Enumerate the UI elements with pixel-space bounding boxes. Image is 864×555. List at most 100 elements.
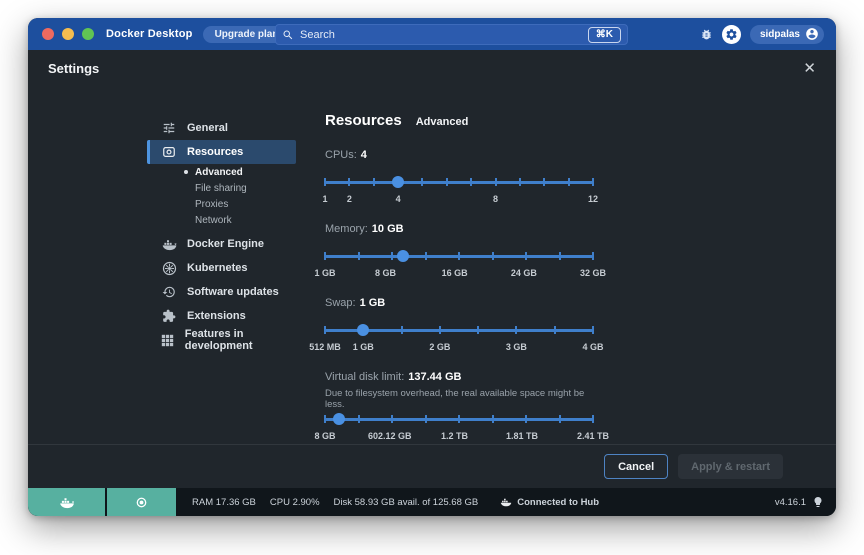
slider-tick-labels: 124812 bbox=[325, 194, 593, 206]
slider-tick-labels: 512 MB1 GB2 GB3 GB4 GB bbox=[325, 342, 593, 354]
sidebar-item-extensions[interactable]: Extensions bbox=[147, 304, 296, 328]
sidebar-item-docker-engine[interactable]: Docker Engine bbox=[147, 232, 296, 256]
slider-tick bbox=[559, 415, 561, 423]
slider-tick bbox=[446, 178, 448, 186]
slider-tick bbox=[543, 178, 545, 186]
slider-tick bbox=[373, 178, 375, 186]
slider-tick bbox=[559, 252, 561, 260]
slider-tick bbox=[495, 178, 497, 186]
apply-restart-button[interactable]: Apply & restart bbox=[678, 454, 783, 479]
tick-label: 2.41 TB bbox=[577, 431, 609, 441]
minimize-window-button[interactable] bbox=[62, 28, 74, 40]
slider-track-memory[interactable] bbox=[325, 248, 593, 264]
tick-label: 4 GB bbox=[582, 342, 603, 352]
username-label: sidpalas bbox=[760, 29, 800, 40]
zoom-window-button[interactable] bbox=[82, 28, 94, 40]
hub-connection-status[interactable]: Connected to Hub bbox=[500, 497, 599, 508]
sidebar-item-software-updates[interactable]: Software updates bbox=[147, 280, 296, 304]
slider-tick bbox=[324, 252, 326, 260]
sidebar-item-resources[interactable]: Resources bbox=[147, 140, 296, 164]
sidebar-item-general[interactable]: General bbox=[147, 116, 296, 140]
search-placeholder: Search bbox=[300, 29, 588, 41]
tick-label: 2 GB bbox=[429, 342, 450, 352]
slider-tick-labels: 1 GB8 GB16 GB24 GB32 GB bbox=[325, 268, 593, 280]
user-account-button[interactable]: sidpalas bbox=[750, 25, 824, 44]
slider-tick bbox=[458, 252, 460, 260]
sidebar-item-kubernetes[interactable]: Kubernetes bbox=[147, 256, 296, 280]
slider-tick bbox=[324, 326, 326, 334]
slider-tick bbox=[348, 178, 350, 186]
bug-report-icon[interactable] bbox=[700, 28, 713, 41]
tick-label: 16 GB bbox=[442, 268, 468, 278]
tick-label: 8 GB bbox=[314, 431, 335, 441]
cancel-button[interactable]: Cancel bbox=[604, 454, 668, 479]
sidebar-item-features-in-development[interactable]: Features in development bbox=[147, 328, 296, 352]
slider-value-cpus: 4 bbox=[361, 149, 367, 161]
slider-label-swap: Swap:1 GB bbox=[325, 297, 593, 311]
slider-handle-disk[interactable] bbox=[333, 413, 345, 425]
engine-running-segment[interactable] bbox=[28, 488, 107, 516]
slider-disk: Virtual disk limit:137.44 GBDue to files… bbox=[325, 371, 593, 443]
slider-track-cpus[interactable] bbox=[325, 174, 593, 190]
slider-tick bbox=[554, 326, 556, 334]
sidebar-subitem-network[interactable]: Network bbox=[147, 212, 296, 228]
tick-label: 1 GB bbox=[353, 342, 374, 352]
docker-desktop-window: Docker Desktop Upgrade plan Search ⌘K si… bbox=[28, 18, 836, 516]
slider-tick-labels: 8 GB602.12 GB1.2 TB1.81 TB2.41 TB bbox=[325, 431, 593, 443]
slider-line bbox=[325, 181, 593, 184]
close-window-button[interactable] bbox=[42, 28, 54, 40]
tick-label: 12 bbox=[588, 194, 598, 204]
slider-handle-cpus[interactable] bbox=[392, 176, 404, 188]
slider-tick bbox=[519, 178, 521, 186]
tick-label: 1 GB bbox=[314, 268, 335, 278]
slider-label-memory: Memory:10 GB bbox=[325, 223, 593, 237]
slider-tick bbox=[358, 415, 360, 423]
sidebar-item-label: Software updates bbox=[187, 286, 279, 298]
close-settings-icon[interactable]: ✕ bbox=[803, 59, 816, 77]
slider-swap: Swap:1 GB512 MB1 GB2 GB3 GB4 GB bbox=[325, 297, 593, 354]
sliders-container: CPUs:4 124812 Memory:10 GB 1 GB 8 GB 16 GB 24 … bbox=[325, 149, 593, 443]
tick-label: 3 GB bbox=[506, 342, 527, 352]
slider-handle-swap[interactable] bbox=[357, 324, 369, 336]
slider-track-swap[interactable] bbox=[325, 322, 593, 338]
status-dot-icon bbox=[136, 497, 147, 508]
active-bullet-icon bbox=[184, 170, 188, 174]
tick-label: 8 GB bbox=[375, 268, 396, 278]
titlebar: Docker Desktop Upgrade plan Search ⌘K si… bbox=[28, 18, 836, 50]
sidebar-subitem-proxies[interactable]: Proxies bbox=[147, 196, 296, 212]
slider-tick bbox=[391, 252, 393, 260]
sidebar-subitem-advanced[interactable]: Advanced bbox=[147, 164, 296, 180]
slider-track-disk[interactable] bbox=[325, 411, 593, 427]
sidebar-item-label: Extensions bbox=[187, 310, 246, 322]
app-title: Docker Desktop bbox=[106, 28, 193, 40]
lightbulb-icon[interactable] bbox=[812, 496, 824, 508]
slider-tick bbox=[425, 415, 427, 423]
whale-status-icon bbox=[59, 496, 75, 509]
slider-tick bbox=[401, 326, 403, 334]
hub-status-label: Connected to Hub bbox=[517, 497, 599, 508]
slider-tick bbox=[421, 178, 423, 186]
search-input[interactable]: Search ⌘K bbox=[275, 24, 628, 45]
tick-label: 24 GB bbox=[511, 268, 537, 278]
tick-label: 602.12 GB bbox=[368, 431, 412, 441]
ram-usage: RAM 17.36 GB bbox=[192, 497, 256, 508]
slider-tick bbox=[439, 326, 441, 334]
puzzle-icon bbox=[161, 309, 177, 323]
sidebar-subitem-file-sharing[interactable]: File sharing bbox=[147, 180, 296, 196]
slider-value-memory: 10 GB bbox=[372, 223, 404, 235]
slider-tick bbox=[525, 252, 527, 260]
slider-tick bbox=[324, 178, 326, 186]
avatar-icon bbox=[805, 27, 819, 41]
resources-advanced-panel: Resources Advanced CPUs:4124812Memory:10… bbox=[325, 112, 593, 460]
slider-tick bbox=[492, 252, 494, 260]
settings-gear-icon[interactable] bbox=[722, 25, 741, 44]
slider-handle-memory[interactable] bbox=[397, 250, 409, 262]
tick-label: 1.2 TB bbox=[441, 431, 468, 441]
slider-tick bbox=[525, 415, 527, 423]
slider-label-cpus: CPUs:4 bbox=[325, 149, 593, 163]
page-title: Resources bbox=[325, 112, 402, 129]
vm-status-segment[interactable] bbox=[107, 488, 178, 516]
kubernetes-icon bbox=[161, 261, 177, 276]
traffic-lights bbox=[42, 28, 94, 40]
sidebar-subitem-label: File sharing bbox=[195, 183, 247, 194]
